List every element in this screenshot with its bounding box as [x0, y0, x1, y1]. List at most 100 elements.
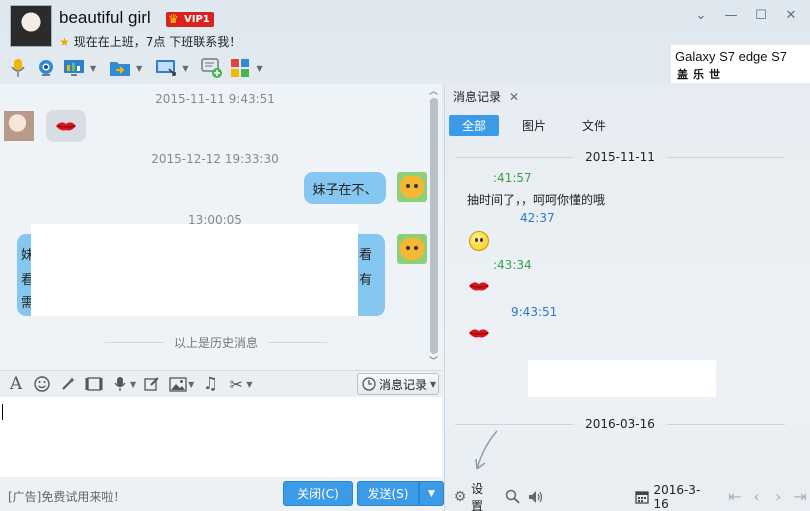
input-toolbar: A ▼ ▼ ♫ ✂ ▼ 消息记录 ▼ [0, 370, 442, 397]
my-avatar[interactable] [397, 172, 427, 202]
scroll-down-icon[interactable]: ﹀ [429, 354, 438, 367]
bubble-text-fragment: 有 [359, 273, 373, 288]
minimize-icon[interactable]: — [716, 4, 746, 26]
redacted-region [31, 224, 358, 316]
microphone-icon[interactable] [6, 56, 30, 80]
arrow-sketch-icon [475, 430, 498, 470]
history-time: 42:37 [520, 211, 555, 225]
redacted-region [528, 360, 716, 397]
search-icon[interactable] [503, 489, 521, 504]
history-panel: 消息记录 ✕ 全部 图片 文件 2015-11-11 :41:57 抽时间了，，… [444, 84, 810, 511]
chevron-down-icon[interactable]: ▼ [130, 380, 136, 389]
close-icon[interactable]: ✕ [509, 90, 519, 104]
ad-banner[interactable]: Galaxy S7 edge S7 盖 乐 世 [671, 45, 810, 83]
tiger-avatar-icon [400, 176, 424, 198]
chevron-down-icon[interactable]: ▼ [136, 64, 142, 73]
history-filter-tabs: 全部 图片 文件 [449, 115, 629, 136]
calendar-icon[interactable] [633, 490, 651, 504]
sent-message-text: 妹子在不、 [312, 182, 378, 198]
lips-emoji-icon [469, 329, 489, 338]
message-history-label: 消息记录 [379, 377, 428, 392]
close-button[interactable]: 关闭(C) [283, 481, 353, 506]
chevron-down-icon[interactable]: ▼ [182, 64, 188, 73]
voice-message-icon[interactable] [110, 374, 130, 394]
first-page-icon[interactable]: ⇤ [724, 487, 746, 506]
tiger-avatar-icon [400, 238, 424, 260]
history-time: :43:34 [493, 258, 532, 272]
ad-headline: Galaxy S7 edge S7 [675, 49, 788, 64]
message-timestamp: 2015-11-11 9:43:51 [155, 92, 275, 106]
history-message-text: 抽时间了，，呵呵你懂的哦 [467, 193, 606, 207]
video-call-icon[interactable] [34, 56, 58, 80]
emoji-icon[interactable] [32, 374, 52, 394]
contact-signature: ★ 现在在上班，7点 下班联系我！ [59, 33, 241, 50]
chevron-down-icon: ▼ [428, 488, 435, 499]
add-discussion-icon[interactable] [200, 56, 224, 80]
history-divider: 以上是历史消息 [105, 334, 328, 351]
chevron-down-icon[interactable]: ▼ [188, 380, 194, 389]
my-avatar[interactable] [397, 234, 427, 264]
send-button[interactable]: 发送(S) [357, 481, 419, 506]
star-icon: ★ [59, 35, 70, 49]
font-icon[interactable]: A [6, 374, 26, 394]
contact-avatar-small[interactable] [4, 111, 34, 141]
bubble-text-fragment: 看 [359, 248, 373, 263]
text-caret [2, 404, 3, 420]
lips-emoji-icon [469, 282, 489, 291]
history-time: 9:43:51 [511, 305, 558, 319]
next-page-icon[interactable]: › [767, 487, 789, 506]
settings-label[interactable]: 设置 [471, 480, 493, 511]
tab-images[interactable]: 图片 [509, 115, 559, 136]
chevron-down-icon[interactable]: ▼ [90, 64, 96, 73]
history-date-divider: 2016-03-16 [455, 417, 785, 431]
apps-grid-icon[interactable] [228, 56, 252, 80]
message-input[interactable] [0, 397, 442, 477]
collapse-arrow-icon[interactable]: ⌄ [686, 4, 716, 26]
crown-icon: ♛ [168, 12, 179, 26]
edit-icon[interactable] [142, 374, 162, 394]
music-note-icon[interactable]: ♫ [200, 374, 220, 394]
chat-header: beautiful girl ♛ VIP1 ★ 现在在上班，7点 下班联系我！ ⌄… [0, 0, 810, 84]
image-icon[interactable] [168, 374, 188, 394]
tab-all[interactable]: 全部 [449, 115, 500, 136]
send-file-icon[interactable] [108, 56, 132, 80]
history-current-date[interactable]: 2016-3-16 [653, 483, 709, 511]
gear-icon[interactable]: ⚙ [451, 489, 469, 505]
lips-emoji-icon [56, 122, 76, 131]
scissors-icon[interactable]: ✂ [226, 374, 246, 394]
ad-subline: 盖 乐 世 [677, 69, 722, 81]
vip-badge[interactable]: ♛ VIP1 [166, 12, 214, 27]
history-tab-title: 消息记录 [453, 90, 502, 104]
scroll-up-icon[interactable]: ︿ [429, 84, 438, 97]
history-date: 2015-11-11 [585, 150, 655, 164]
history-footer: ⚙ 设置 2016-3-16 ⇤ ‹ › ⇥ [445, 482, 810, 511]
tab-files[interactable]: 文件 [569, 115, 619, 136]
history-time: :41:57 [493, 171, 532, 185]
close-icon[interactable]: ✕ [776, 4, 806, 26]
smiley-emoji-icon [469, 231, 489, 251]
window-controls: ⌄ — ☐ ✕ [686, 4, 806, 26]
maximize-icon[interactable]: ☐ [746, 4, 776, 26]
history-date-divider: 2015-11-11 [455, 150, 785, 164]
chevron-down-icon[interactable]: ▼ [256, 64, 262, 73]
chevron-down-icon[interactable]: ▼ [246, 380, 252, 389]
send-options-button[interactable]: ▼ [419, 481, 444, 506]
input-footer: [广告]免费试用来啦！ 关闭(C) 发送(S) ▼ [0, 477, 444, 511]
ad-link[interactable]: [广告]免费试用来啦！ [8, 488, 125, 505]
last-page-icon[interactable]: ⇥ [789, 487, 810, 506]
video-clip-icon[interactable] [84, 374, 104, 394]
screen-share-icon[interactable] [154, 56, 178, 80]
message-scrollbar[interactable]: ︿ ﹀ [428, 86, 440, 368]
speaker-icon[interactable] [527, 490, 545, 504]
magic-wand-icon[interactable] [58, 374, 78, 394]
contact-avatar[interactable] [10, 5, 52, 47]
message-history-button[interactable]: 消息记录 ▼ [357, 373, 439, 395]
history-date: 2016-03-16 [585, 417, 655, 431]
previous-page-icon[interactable]: ‹ [746, 487, 768, 506]
remote-desktop-icon[interactable] [62, 56, 86, 80]
chevron-down-icon: ▼ [430, 379, 437, 389]
scroll-thumb[interactable] [430, 98, 438, 354]
contact-nickname[interactable]: beautiful girl [59, 8, 151, 28]
history-tab[interactable]: 消息记录 ✕ [453, 88, 519, 105]
message-list[interactable]: 2015-11-11 9:43:51 2015-12-12 19:33:30 妹… [0, 84, 442, 370]
